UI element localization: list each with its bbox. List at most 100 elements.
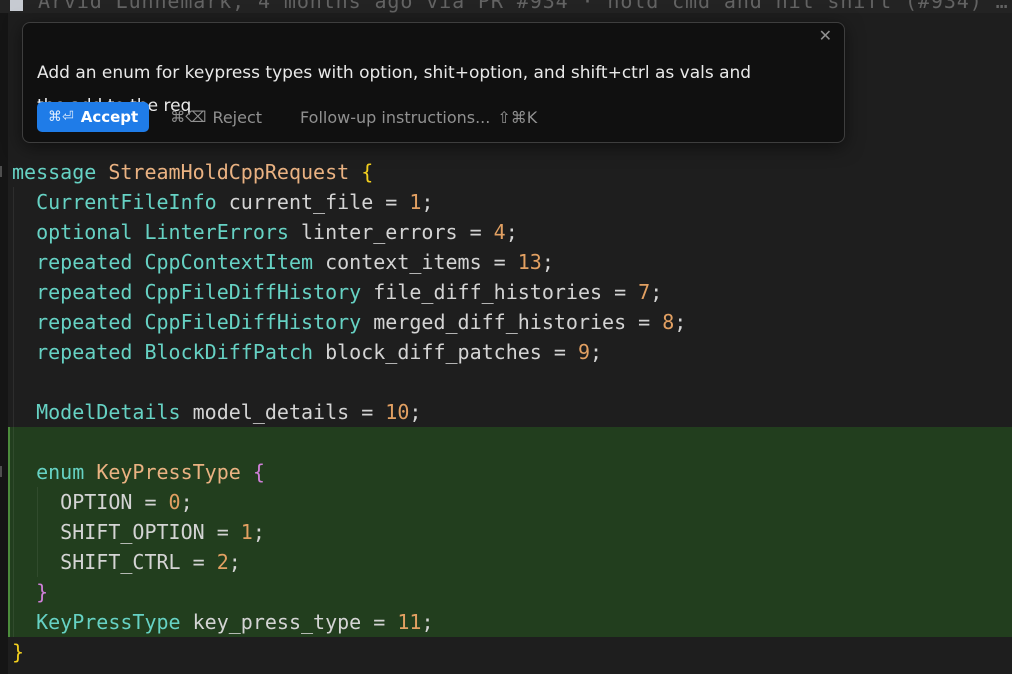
code-token: 1 (409, 190, 421, 214)
code-token: 4 (494, 220, 506, 244)
code-line[interactable]: repeated BlockDiffPatch block_diff_patch… (8, 337, 1012, 367)
code-line[interactable]: } (8, 637, 1012, 667)
code-token (12, 580, 36, 604)
code-token (12, 280, 36, 304)
code-token: repeated (36, 340, 132, 364)
code-token: enum (36, 460, 84, 484)
code-token: CppFileDiffHistory (144, 280, 361, 304)
followup-instructions-button[interactable]: Follow-up instructions... ⇧⌘K (300, 108, 537, 127)
code-token: ; (409, 400, 421, 424)
code-line[interactable]: ModelDetails model_details = 10; (8, 397, 1012, 427)
followup-shortcut-keys-icon: ⇧⌘K (497, 108, 537, 127)
code-token: } (36, 580, 48, 604)
code-line[interactable]: CurrentFileInfo current_file = 1; (8, 187, 1012, 217)
code-token: ; (506, 220, 518, 244)
blame-row: Arvid Lunnemark, 4 months ago via PR #93… (0, 0, 1012, 13)
code-token: merged_diff_histories = (361, 310, 662, 334)
code-token: repeated (36, 310, 132, 334)
prompt-text-line: Add an enum for keypress types with opti… (37, 57, 828, 90)
code-token: ; (674, 310, 686, 334)
code-block: message StreamHoldCppRequest { CurrentFi… (0, 157, 1012, 667)
code-line-added[interactable]: } (8, 577, 1012, 607)
code-token: 10 (385, 400, 409, 424)
code-token: ; (590, 340, 602, 364)
code-token: message (12, 160, 96, 184)
code-token: 1 (241, 520, 253, 544)
indent-guide (13, 187, 14, 637)
inline-edit-popup: ✕ Add an enum for keypress types with op… (22, 22, 845, 143)
code-token: ; (253, 520, 265, 544)
code-token (12, 190, 36, 214)
code-token: block_diff_patches = (313, 340, 578, 364)
code-token: } (12, 640, 24, 664)
code-line-added[interactable]: enum KeyPressType { (8, 457, 1012, 487)
code-token (132, 310, 144, 334)
code-token: CppFileDiffHistory (144, 310, 361, 334)
code-line[interactable]: optional LinterErrors linter_errors = 4; (8, 217, 1012, 247)
code-token: 0 (169, 490, 181, 514)
code-token (241, 460, 253, 484)
text-cursor-block (10, 0, 23, 11)
code-token: 2 (217, 550, 229, 574)
code-token (12, 250, 36, 274)
accept-button-label: Accept (81, 108, 138, 126)
code-token (132, 280, 144, 304)
accept-shortcut-keys-icon: ⌘⏎ (48, 109, 74, 125)
code-token: 9 (578, 340, 590, 364)
git-blame-annotation: Arvid Lunnemark, 4 months ago via PR #93… (38, 0, 1009, 12)
code-token: ; (421, 610, 433, 634)
code-token (12, 460, 36, 484)
code-token: ; (421, 190, 433, 214)
code-token (96, 160, 108, 184)
code-token: SHIFT_OPTION = (12, 520, 241, 544)
code-token: file_diff_histories = (361, 280, 638, 304)
code-token: OPTION = (12, 490, 169, 514)
code-line-added[interactable]: KeyPressType key_press_type = 11; (8, 607, 1012, 637)
code-token: model_details = (181, 400, 386, 424)
code-token: { (253, 460, 265, 484)
code-token: CurrentFileInfo (36, 190, 217, 214)
code-token (12, 220, 36, 244)
code-token: context_items = (313, 250, 518, 274)
accept-button[interactable]: ⌘⏎ Accept (37, 102, 149, 132)
code-line-added[interactable] (8, 427, 1012, 457)
reject-button-label: Reject (212, 108, 262, 127)
code-token: 11 (397, 610, 421, 634)
code-line-added[interactable]: SHIFT_CTRL = 2; (8, 547, 1012, 577)
code-token (12, 340, 36, 364)
close-icon[interactable]: ✕ (819, 28, 832, 44)
code-line-added[interactable]: OPTION = 0; (8, 487, 1012, 517)
reject-button[interactable]: ⌘⌫ Reject (170, 108, 262, 127)
code-token: LinterErrors (144, 220, 289, 244)
code-token: 8 (662, 310, 674, 334)
code-token: SHIFT_CTRL = (12, 550, 217, 574)
code-token: KeyPressType (36, 610, 181, 634)
code-token: BlockDiffPatch (144, 340, 313, 364)
code-token: key_press_type = (181, 610, 398, 634)
code-token: repeated (36, 280, 132, 304)
code-token: { (361, 160, 373, 184)
code-token (132, 340, 144, 364)
code-token (12, 400, 36, 424)
code-token: linter_errors = (289, 220, 494, 244)
code-token: KeyPressType (96, 460, 241, 484)
code-line[interactable]: repeated CppFileDiffHistory file_diff_hi… (8, 277, 1012, 307)
code-token: repeated (36, 250, 132, 274)
code-line[interactable]: message StreamHoldCppRequest { (8, 157, 1012, 187)
code-token (349, 160, 361, 184)
code-token (84, 460, 96, 484)
code-token: optional (36, 220, 132, 244)
followup-button-label: Follow-up instructions... (300, 108, 490, 127)
popup-actions: ⌘⏎ Accept ⌘⌫ Reject Follow-up instructio… (37, 102, 537, 132)
code-line[interactable]: repeated CppContextItem context_items = … (8, 247, 1012, 277)
code-token: ; (229, 550, 241, 574)
code-line-added[interactable]: SHIFT_OPTION = 1; (8, 517, 1012, 547)
indent-guide (37, 487, 38, 577)
code-token: StreamHoldCppRequest (108, 160, 349, 184)
code-token: 7 (638, 280, 650, 304)
code-token (12, 310, 36, 334)
code-token (12, 610, 36, 634)
code-token: CppContextItem (144, 250, 313, 274)
code-line[interactable] (8, 367, 1012, 397)
code-line[interactable]: repeated CppFileDiffHistory merged_diff_… (8, 307, 1012, 337)
